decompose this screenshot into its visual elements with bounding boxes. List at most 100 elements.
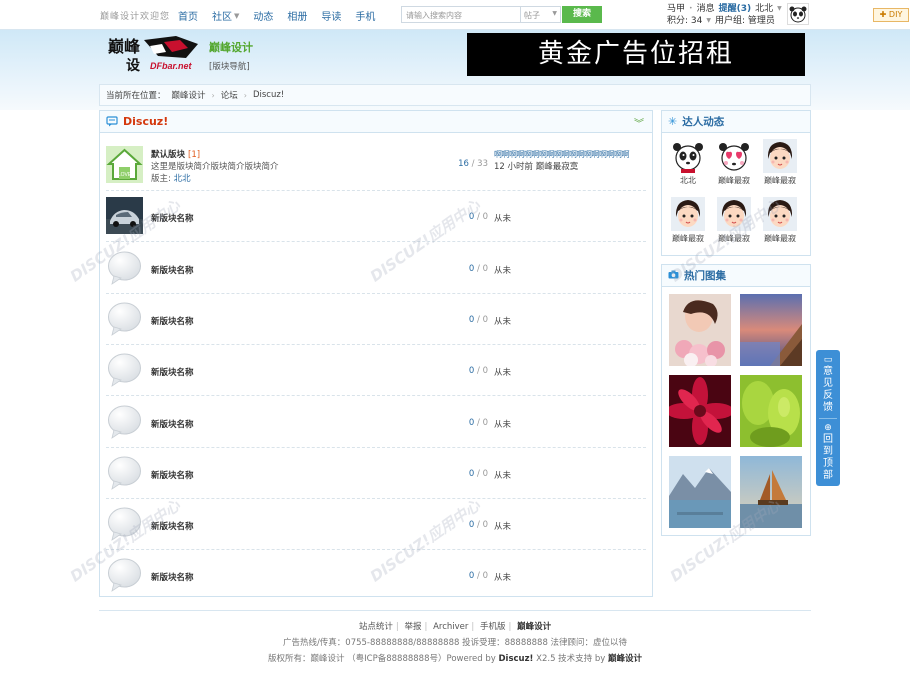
search-type-select[interactable]: 帖子 ▼ [521,6,561,23]
cartoon-girl-avatar-icon[interactable] [763,197,797,231]
diy-button[interactable]: ✚ DIY [873,8,909,22]
floating-toolbar: ▭ 意见反馈 ⊕ 回到顶部 [816,350,840,486]
reminder-link[interactable]: 提醒(3) [719,3,752,15]
photos-header: 热门图集 [662,265,810,287]
forum-name[interactable]: 新版块名称 [151,315,194,327]
forum-name[interactable]: 新版块名称 [151,366,194,378]
car-photo-icon[interactable] [106,197,143,235]
member-name[interactable]: 北北 [668,175,708,186]
forum-row[interactable]: 新版块名称 0 / 0 从未 [106,448,646,499]
forum-last-post: 从未 [494,265,512,276]
member-item[interactable]: 巅峰最寂 [714,197,754,244]
member-item[interactable]: 巅峰最寂 [668,197,708,244]
avatar[interactable] [787,3,809,25]
username-link[interactable]: 北北 [755,3,773,15]
panda-love-avatar-icon[interactable] [717,139,751,173]
last-post-title[interactable]: 啊啊啊啊啊啊啊啊啊啊啊啊啊啊啊啊啊啊 [494,149,634,160]
member-item[interactable]: 巅峰最寂 [760,197,800,244]
forum-row[interactable]: 新版块名称 0 / 0 从未 [106,345,646,397]
member-name[interactable]: 巅峰最寂 [714,233,754,244]
member-item[interactable]: 北北 [668,139,708,186]
collapse-icon[interactable]: ︾ [634,115,644,130]
photo-thumb-sailboat[interactable] [740,456,802,528]
panda-avatar-icon[interactable] [671,139,705,173]
nav-mobile[interactable]: 手机 [355,8,375,23]
credits-link[interactable]: 积分: 34 [667,15,702,27]
member-item[interactable]: 巅峰最寂 [714,139,754,186]
forum-row[interactable]: 新版块名称 0 / 0 从未 [106,243,646,294]
photo-thumb-woman[interactable] [669,294,731,367]
site-logo[interactable]: 巅峰 设 DFbar.net [106,34,202,74]
forum-last-post: 从未 [494,573,512,584]
forum-counts: 0 / 0 [468,417,488,428]
bubble-icon[interactable] [106,556,143,593]
member-item[interactable]: 巅峰最寂 [760,139,800,186]
forum-row[interactable]: 新版块名称 0 / 0 从未 [106,191,646,243]
breadcrumb-forum[interactable]: 论坛 [221,89,238,101]
footer-divider [99,610,811,611]
photo-thumb-lake[interactable] [669,456,731,528]
moderator-link[interactable]: 北北 [174,174,191,184]
category-title[interactable]: Discuz! [123,115,168,128]
forum-name[interactable]: 新版块名称 [151,418,194,430]
photo-thumb-succulent[interactable] [740,375,802,447]
forum-name[interactable]: 默认版块 [1] [151,148,200,160]
forum-row[interactable]: 新版块名称 0 / 0 从未 [106,294,646,345]
nav-album[interactable]: 相册 [287,8,307,23]
chevron-right-icon: › [243,90,247,100]
footer-link-archiver[interactable]: Archiver [433,622,468,632]
forum-name[interactable]: 新版块名称 [151,264,194,276]
bubble-icon[interactable] [106,505,143,542]
photo-red-flower-icon [666,375,734,447]
messages-link[interactable]: 消息 [697,3,715,15]
footer-link-report[interactable]: 举报 [405,622,422,632]
back-to-top-button[interactable]: ⊕ 回到顶部 [816,422,840,482]
bubble-icon[interactable] [106,454,143,491]
forum-name[interactable]: 新版块名称 [151,520,194,532]
footer-link-site[interactable]: 巅峰设计 [517,622,551,632]
site-name[interactable]: 巅峰设计 [209,39,253,55]
photo-thumb-coast[interactable] [740,294,802,366]
tech-support-link[interactable]: 巅峰设计 [608,654,642,664]
member-name[interactable]: 巅峰最寂 [714,175,754,186]
footer-link-mobile[interactable]: 手机版 [480,622,506,632]
members-box: ✳ 达人动态 北北 巅峰最寂 巅峰最寂 巅峰最寂 巅峰最寂 巅峰最寂 [661,110,811,256]
search-button[interactable]: 搜索 [562,6,602,23]
bubble-icon[interactable] [106,403,143,440]
member-name[interactable]: 巅峰最寂 [668,233,708,244]
footer-link-stats[interactable]: 站点统计 [359,622,393,632]
user-name-link[interactable]: 马甲 [667,3,685,15]
sun-icon: ✳ [668,115,678,128]
feedback-button[interactable]: ▭ 意见反馈 [816,354,840,414]
cartoon-girl-avatar-icon[interactable] [717,197,751,231]
forum-counts: 0 / 0 [468,520,488,531]
discuz-link[interactable]: Discuz! [498,654,533,664]
photo-thumb-red-flower[interactable] [666,375,734,447]
search-input[interactable]: 请输入搜索内容 [401,6,521,23]
forum-nav-link[interactable]: [版块导航] [209,60,250,72]
forum-name[interactable]: 新版块名称 [151,212,194,224]
member-name[interactable]: 巅峰最寂 [760,233,800,244]
breadcrumb-home[interactable]: 巅峰设计 [172,89,206,101]
forum-name[interactable]: 新版块名称 [151,571,194,583]
forum-row[interactable]: 新版块名称 0 / 0 从未 [106,550,646,601]
nav-home[interactable]: 首页 [178,8,198,23]
chevron-right-icon: › [211,90,215,100]
bubble-icon[interactable] [106,300,143,337]
nav-feed[interactable]: 动态 [253,8,273,23]
bubble-icon[interactable] [106,351,143,388]
bubble-icon[interactable] [106,249,143,286]
forum-row[interactable]: LOVE 默认版块 [1] 这里是版块简介版块简介版块简介 版主: 北北 16 / 33 啊… [106,140,646,191]
forum-row[interactable]: 新版块名称 0 / 0 从未 [106,499,646,551]
member-name[interactable]: 巅峰最寂 [760,175,800,186]
chevron-down-icon: ▼ [706,17,711,24]
ad-banner[interactable]: 黄金广告位招租 [467,33,805,76]
forum-row[interactable]: 新版块名称 0 / 0 从未 [106,397,646,448]
cartoon-girl-avatar-icon[interactable] [671,197,705,231]
nav-community[interactable]: 社区 ▼ [212,8,239,24]
house-icon[interactable]: LOVE [106,146,143,183]
footer-copyright: 版权所有：巅峰设计 （粤ICP备88888888号）Powered by Dis… [267,654,643,664]
cartoon-girl-avatar-icon[interactable] [763,139,797,173]
nav-guide[interactable]: 导读 [321,8,341,23]
forum-name[interactable]: 新版块名称 [151,469,194,481]
